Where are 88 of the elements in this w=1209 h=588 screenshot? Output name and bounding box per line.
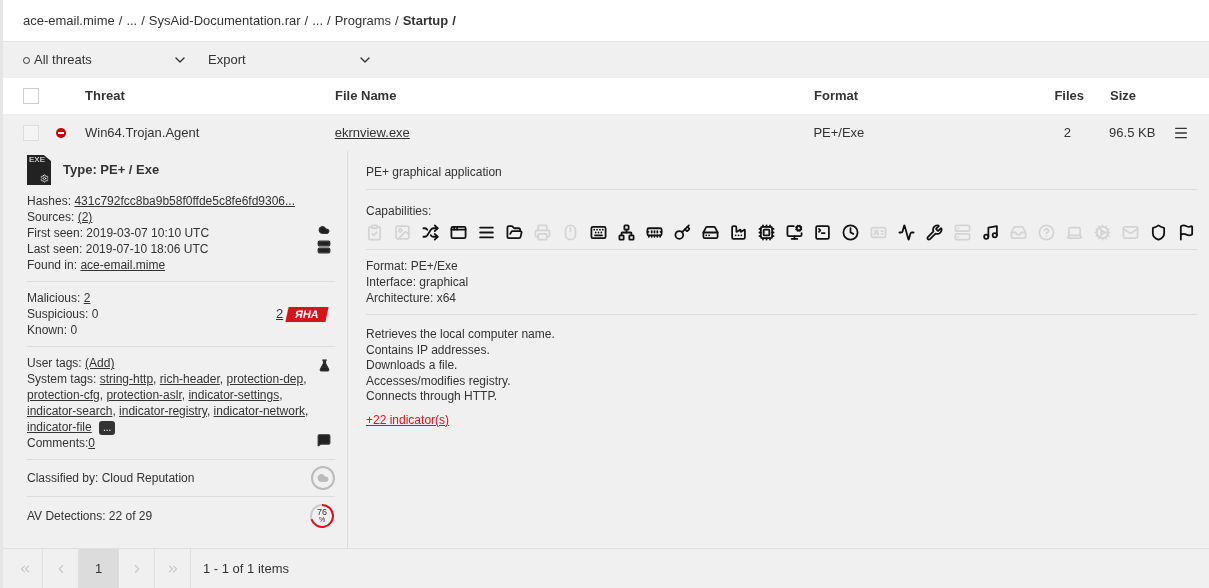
page-button[interactable]: 1 — [79, 549, 119, 588]
column-header: Threat — [85, 87, 126, 106]
add-tag-link[interactable]: (Add) — [85, 356, 115, 370]
field-label: Malicious: — [27, 291, 81, 305]
field-value: 0 — [91, 307, 99, 321]
column-header: Format — [814, 87, 860, 106]
behavior-text: Downloads a file. — [366, 358, 459, 374]
breadcrumb-separator: / — [395, 11, 399, 30]
filter-dropdown[interactable]: All threats — [23, 50, 188, 70]
av-detections-text: AV Detections: 22 of 29 — [27, 508, 153, 525]
behavior-text: Retrieves the local computer name. — [366, 327, 556, 343]
behavior-text: Connects through HTTP. — [366, 389, 499, 405]
export-dropdown[interactable]: Export — [208, 50, 373, 70]
column-header: File Name — [335, 87, 398, 106]
field-link[interactable]: 431c792fcc8ba9b58f0ffde5c8fe6fd9306... — [74, 194, 295, 208]
field-label: System tags: — [27, 372, 97, 386]
breadcrumb-separator: / — [304, 11, 309, 30]
property-text: Format: PE+/Exe — [366, 258, 459, 274]
tag-separator: , — [279, 388, 283, 402]
table-row[interactable]: Win64.Trojan.Agent ekrnview.exe PE+/Exe 2 96.5 KB — [3, 115, 1209, 151]
table-cell-text: 96.5 KB — [1109, 124, 1157, 143]
field-value: 2019-07-10 18:06 UTC — [85, 242, 209, 256]
field-link[interactable]: (2) — [77, 210, 93, 224]
more-tags-button[interactable]: ... — [99, 421, 116, 435]
property-text: Interface: graphical — [366, 274, 470, 290]
tag-link[interactable]: protection-aslr — [106, 388, 182, 402]
exe-file-icon: EXE — [27, 155, 51, 185]
tag-separator: , — [219, 372, 225, 386]
behavior-text: Contains IP addresses. — [366, 342, 491, 358]
file-link[interactable]: ekrnview.exe — [334, 123, 410, 143]
field-label: Found in: — [27, 258, 78, 272]
rha-count[interactable]: 2 — [275, 304, 284, 324]
field-label: Sources: — [27, 210, 75, 224]
classification-text: Classified by: Cloud Reputation — [27, 470, 195, 487]
tag-separator: , — [303, 372, 307, 386]
cloud-icon — [318, 224, 330, 236]
pager-info: 1 - 1 of 1 items — [203, 559, 289, 578]
tag-separator: , — [153, 372, 158, 386]
breadcrumb-separator: / — [327, 11, 331, 30]
indicators-link[interactable]: +22 indicator(s) — [366, 412, 1197, 428]
blocked-icon — [56, 128, 66, 138]
column-header: Files — [1053, 87, 1084, 106]
field-link[interactable]: ace-email.mime — [80, 258, 166, 272]
file-type-heading: Type: PE+ / Exe — [63, 161, 160, 180]
tag-separator: , — [112, 404, 117, 418]
flask-icon — [318, 359, 331, 372]
breadcrumb-separator: / — [141, 11, 145, 30]
summary-text: PE+ graphical application — [366, 151, 1197, 190]
field-link[interactable]: 2 — [83, 291, 91, 305]
tag-link[interactable]: rich-header — [159, 372, 220, 386]
server-icon — [317, 240, 331, 254]
breadcrumb-item[interactable]: SysAid-Documentation.rar — [148, 10, 301, 31]
detection-ring — [310, 504, 334, 528]
rha-badge: ЯHA — [285, 306, 329, 322]
tag-link[interactable]: indicator-file — [27, 420, 92, 434]
breadcrumb-current[interactable]: Startup — [402, 10, 449, 31]
table-cell-text: Win64.Trojan.Agent — [84, 124, 201, 143]
field-label: Comments: — [27, 436, 89, 450]
breadcrumb-item[interactable]: ace-email.mime — [23, 10, 115, 31]
select-all-checkbox[interactable] — [23, 88, 39, 104]
table-cell-text: 2 — [1062, 124, 1072, 143]
field-label: Known: — [27, 323, 68, 337]
menu-icon[interactable] — [1173, 125, 1189, 141]
breadcrumb-separator: / — [452, 11, 456, 30]
breadcrumb-item[interactable]: ... — [126, 10, 138, 31]
tag-link[interactable]: indicator-network — [213, 404, 305, 418]
field-label: Last seen: — [27, 242, 83, 256]
behavior-text: Accesses/modifies registry. — [366, 373, 512, 389]
field-label: Hashes: — [27, 194, 72, 208]
comment-icon — [317, 433, 331, 447]
tag-link[interactable]: indicator-registry — [119, 404, 207, 418]
field-value: 0 — [70, 323, 78, 337]
field-label: First seen: — [27, 226, 83, 240]
property-text: Architecture: x64 — [366, 290, 458, 306]
table-cell-text: PE+/Exe — [813, 124, 866, 143]
field-value: 2019-03-07 10:10 UTC — [86, 226, 210, 240]
breadcrumb-separator: / — [118, 11, 123, 30]
tag-link[interactable]: protection-cfg — [27, 388, 100, 402]
breadcrumb-item[interactable]: Programs — [334, 10, 392, 31]
tag-separator: , — [304, 404, 309, 418]
comments-link[interactable]: 0 — [88, 436, 96, 450]
breadcrumb-item[interactable]: ... — [312, 10, 324, 31]
tag-separator: , — [99, 388, 105, 402]
field-label: Suspicious: — [27, 307, 89, 321]
field-label: User tags: — [27, 356, 82, 370]
capabilities-label: Capabilities: — [366, 203, 433, 220]
detection-percent: 76 — [317, 508, 327, 516]
column-header: Size — [1110, 87, 1136, 106]
